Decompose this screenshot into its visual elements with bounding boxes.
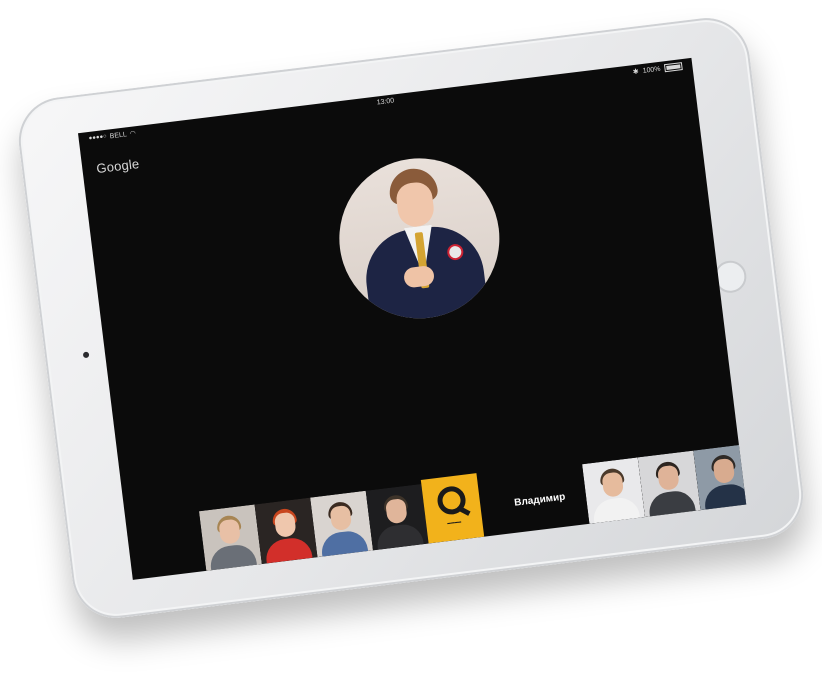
q-logo-icon xyxy=(435,484,468,517)
logo-caption-icon: ▬▬▬▬ xyxy=(447,519,462,526)
bluetooth-icon: ✱ xyxy=(632,68,640,77)
google-brand: Google xyxy=(95,156,141,177)
participant-thumb[interactable] xyxy=(582,457,645,524)
participant-thumb[interactable] xyxy=(310,490,374,558)
battery-percent: 100% xyxy=(642,65,661,75)
participant-thumb[interactable] xyxy=(365,483,429,551)
status-right: ✱ 100% xyxy=(632,62,683,77)
main-speaker-avatar[interactable] xyxy=(330,149,509,328)
speaker-name: Владимир xyxy=(513,491,566,509)
participant-thumb-logo[interactable]: ▬▬▬▬ xyxy=(420,473,485,544)
participant-thumb[interactable] xyxy=(637,450,701,517)
screen: ●●●●○ BELL ◠ 13:00 ✱ 100% Google ▬▬▬▬ Вл… xyxy=(77,57,747,580)
participant-thumb[interactable] xyxy=(198,504,262,571)
participant-thumb[interactable] xyxy=(693,443,747,511)
participant-thumb[interactable] xyxy=(254,497,318,565)
stage: ●●●●○ BELL ◠ 13:00 ✱ 100% Google ▬▬▬▬ Вл… xyxy=(0,0,822,675)
battery-icon xyxy=(663,62,683,73)
